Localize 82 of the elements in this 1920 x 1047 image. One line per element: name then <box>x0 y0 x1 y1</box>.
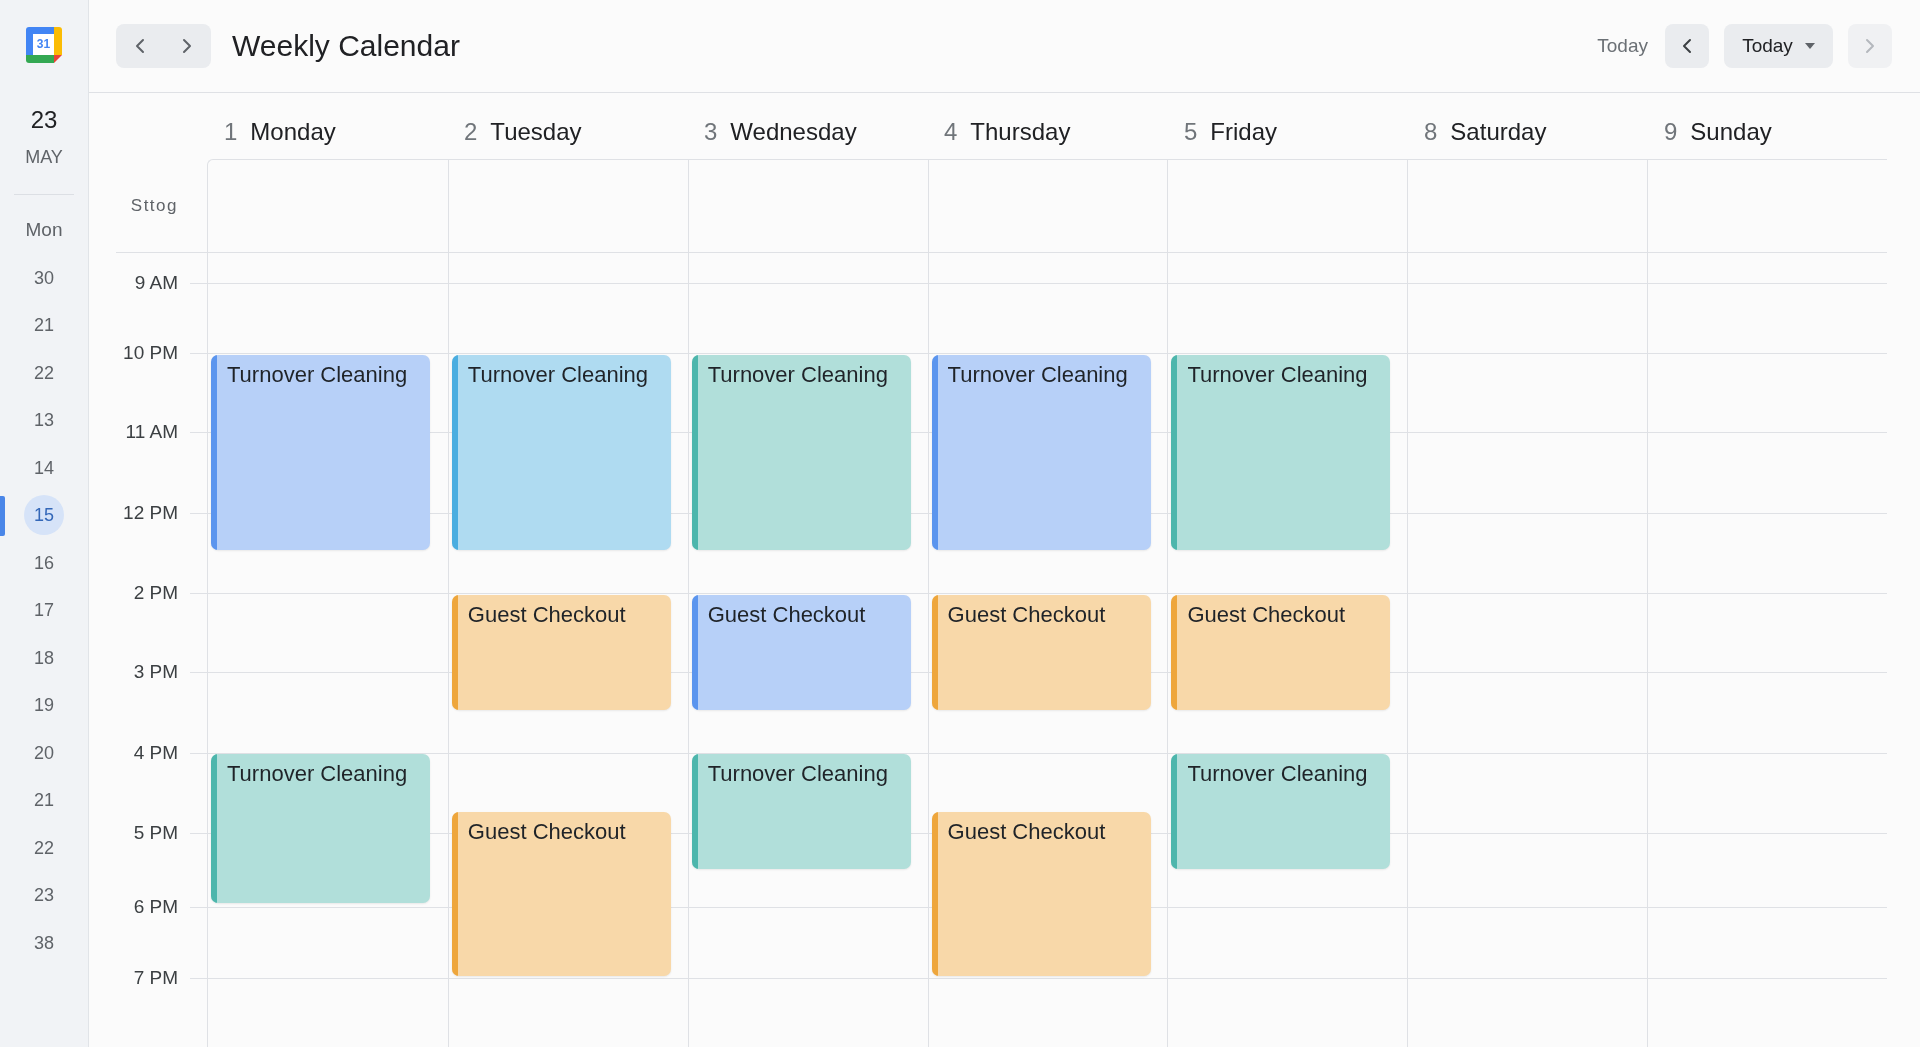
day-number: 4 <box>944 117 958 147</box>
date-item[interactable]: 15 <box>24 495 64 536</box>
event-card[interactable]: Turnover Cleaning <box>691 355 911 550</box>
event-title: Guest Checkout <box>947 601 1106 629</box>
event-title: Turnover Cleaning <box>467 361 648 389</box>
page-title: Weekly Calendar <box>232 28 460 64</box>
event-card[interactable]: Turnover Cleaning <box>1171 355 1391 550</box>
event-card[interactable]: Turnover Cleaning <box>691 754 911 869</box>
view-dropdown[interactable]: Today <box>1724 24 1833 68</box>
event-title: Turnover Cleaning <box>1187 361 1368 389</box>
event-card[interactable]: Guest Checkout <box>931 812 1151 976</box>
event-title: Turnover Cleaning <box>947 361 1128 389</box>
time-label: 2 PM <box>132 582 179 604</box>
date-item[interactable]: 17 <box>24 590 64 631</box>
time-label: 10 PM <box>122 342 179 364</box>
event-card[interactable]: Guest Checkout <box>1171 595 1391 710</box>
time-label: 5 PM <box>132 822 179 844</box>
event-title: Guest Checkout <box>1187 601 1346 629</box>
date-item[interactable]: 23 <box>24 875 64 916</box>
chevron-left-icon <box>1682 38 1692 54</box>
event-card[interactable]: Guest Checkout <box>451 595 671 710</box>
event-title: Turnover Cleaning <box>227 361 408 389</box>
all-day-label: Sttog <box>129 194 178 217</box>
time-label: 12 PM <box>122 502 179 524</box>
day-name: Friday <box>1210 117 1278 147</box>
date-item[interactable]: 20 <box>24 732 64 773</box>
chevron-left-icon <box>134 38 145 54</box>
event-card[interactable]: Turnover Cleaning <box>931 355 1151 550</box>
chevron-right-icon <box>182 38 193 54</box>
time-label: 3 PM <box>132 661 179 683</box>
event-title: Guest Checkout <box>467 601 626 629</box>
day-name: Tuesday <box>490 117 582 147</box>
day-name: Wednesday <box>730 117 857 147</box>
current-day-number: 23 <box>30 106 58 134</box>
date-item[interactable]: 21 <box>24 780 64 821</box>
event-card[interactable]: Guest Checkout <box>931 595 1151 710</box>
day-number: 8 <box>1424 117 1438 147</box>
day-number: 3 <box>704 117 718 147</box>
date-item[interactable]: 14 <box>24 447 64 488</box>
date-item[interactable]: 18 <box>24 637 64 678</box>
day-name: Monday <box>250 117 336 147</box>
date-item[interactable]: 13 <box>24 400 64 441</box>
date-item[interactable]: 22 <box>24 827 64 868</box>
event-title: Guest Checkout <box>707 601 866 629</box>
date-item[interactable]: 19 <box>24 685 64 726</box>
event-card[interactable]: Turnover Cleaning <box>451 355 671 550</box>
date-item[interactable]: 16 <box>24 542 64 583</box>
day-number: 2 <box>464 117 478 147</box>
logo-date-text: 31 <box>35 36 52 53</box>
time-label: 6 PM <box>132 896 179 918</box>
date-item[interactable]: 22 <box>24 352 64 393</box>
today-button[interactable]: Today <box>1597 34 1648 58</box>
event-title: Turnover Cleaning <box>227 760 408 788</box>
calendar-logo-icon <box>26 27 62 63</box>
event-title: Guest Checkout <box>467 818 626 846</box>
current-month: MAY <box>25 146 63 168</box>
event-card[interactable]: Guest Checkout <box>451 812 671 976</box>
date-item[interactable]: 38 <box>24 922 64 963</box>
event-card[interactable]: Guest Checkout <box>691 595 911 710</box>
weekday-label: Mon <box>25 219 63 241</box>
event-card[interactable]: Turnover Cleaning <box>211 355 430 550</box>
day-name: Saturday <box>1450 117 1547 147</box>
time-label: 11 AM <box>124 421 179 443</box>
day-name: Sunday <box>1690 117 1772 147</box>
event-title: Guest Checkout <box>947 818 1106 846</box>
day-number: 5 <box>1184 117 1198 147</box>
date-item[interactable]: 30 <box>24 257 64 298</box>
event-title: Turnover Cleaning <box>707 361 888 389</box>
event-card[interactable]: Turnover Cleaning <box>211 754 430 903</box>
day-number: 9 <box>1664 117 1678 147</box>
time-label: 4 PM <box>132 742 179 764</box>
chevron-right-icon <box>1865 38 1875 54</box>
previous-button[interactable] <box>1665 24 1709 68</box>
time-label: 9 AM <box>133 272 179 294</box>
caret-down-icon <box>1804 43 1815 49</box>
day-number: 1 <box>224 117 238 147</box>
date-item[interactable]: 21 <box>24 305 64 346</box>
day-name: Thursday <box>970 117 1071 147</box>
time-label: 7 PM <box>132 967 179 989</box>
event-title: Turnover Cleaning <box>1187 760 1368 788</box>
event-title: Turnover Cleaning <box>707 760 888 788</box>
event-card[interactable]: Turnover Cleaning <box>1171 754 1391 869</box>
